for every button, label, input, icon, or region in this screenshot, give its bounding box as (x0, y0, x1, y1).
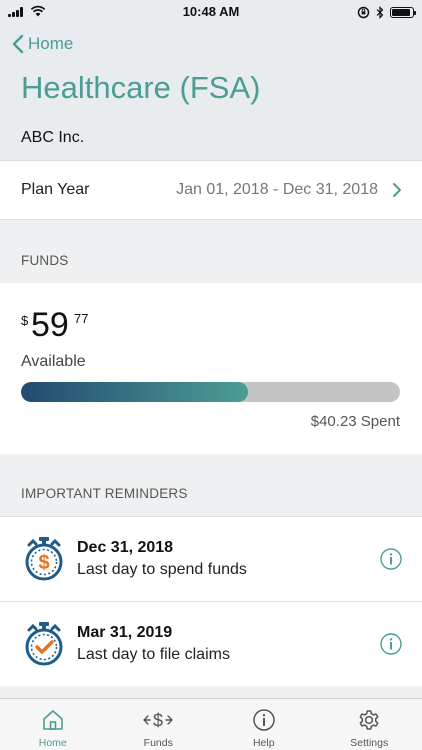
svg-text:$: $ (153, 711, 163, 731)
available-label: Available (21, 353, 86, 370)
funds-progress-fill (21, 382, 248, 402)
plan-year-value: Jan 01, 2018 - Dec 31, 2018 (176, 181, 378, 198)
gear-icon (359, 710, 379, 730)
battery-icon (390, 6, 416, 18)
funds-icon: $ (143, 711, 173, 731)
reminder-date: Dec 31, 2018 (77, 539, 174, 556)
funds-progress-bar (21, 382, 400, 402)
reminder-text: Last day to spend funds (77, 561, 247, 578)
stopwatch-check-icon (25, 622, 63, 666)
tab-funds[interactable]: $ Funds (106, 699, 212, 750)
section-divider (0, 686, 422, 698)
tab-help[interactable]: Help (211, 699, 317, 750)
bluetooth-icon (376, 5, 384, 19)
chevron-right-icon (393, 183, 401, 197)
tab-label: Help (252, 737, 275, 749)
reminder-text: Last day to file claims (77, 646, 230, 663)
info-icon (253, 709, 275, 731)
reminders-section-title: IMPORTANT REMINDERS (21, 486, 188, 501)
plan-year-label: Plan Year (21, 181, 90, 198)
chevron-left-icon (12, 34, 24, 54)
amount-whole: 59 (31, 306, 69, 344)
company-name: ABC Inc. (21, 129, 85, 146)
tab-label: Settings (350, 737, 389, 749)
tab-bar: Home $ Funds Help Settings (0, 698, 422, 750)
svg-text:$: $ (38, 552, 49, 574)
tab-label: Home (38, 737, 67, 749)
reminder-item[interactable]: Mar 31, 2019 Last day to file claims (0, 601, 422, 686)
reminders-section-header: IMPORTANT REMINDERS (0, 454, 422, 516)
plan-year-row[interactable]: Plan Year Jan 01, 2018 - Dec 31, 2018 (0, 160, 422, 220)
stopwatch-dollar-icon: $ (25, 537, 63, 581)
funds-section-title: FUNDS (21, 253, 69, 268)
currency-symbol: $ (21, 313, 29, 328)
reminder-date: Mar 31, 2019 (77, 624, 173, 641)
status-bar: 10:48 AM (0, 0, 422, 24)
back-label: Home (28, 34, 74, 53)
tab-settings[interactable]: Settings (317, 699, 422, 750)
tab-home[interactable]: Home (0, 699, 106, 750)
info-icon[interactable] (380, 633, 402, 655)
spent-amount: $40.23 Spent (310, 413, 400, 430)
rotation-lock-icon (357, 6, 370, 18)
info-icon[interactable] (380, 548, 402, 570)
home-icon (42, 710, 63, 730)
funds-section-header: FUNDS (0, 221, 422, 283)
funds-card: $ 59 77 Available $40.23 Spent (0, 283, 422, 454)
page-title: Healthcare (FSA) (21, 70, 261, 105)
tab-label: Funds (143, 737, 173, 749)
amount-cents: 77 (74, 311, 89, 326)
reminder-item[interactable]: $ Dec 31, 2018 Last day to spend funds (0, 516, 422, 601)
header: Home Healthcare (FSA) ABC Inc. (0, 24, 422, 160)
back-button[interactable]: Home (12, 32, 73, 56)
